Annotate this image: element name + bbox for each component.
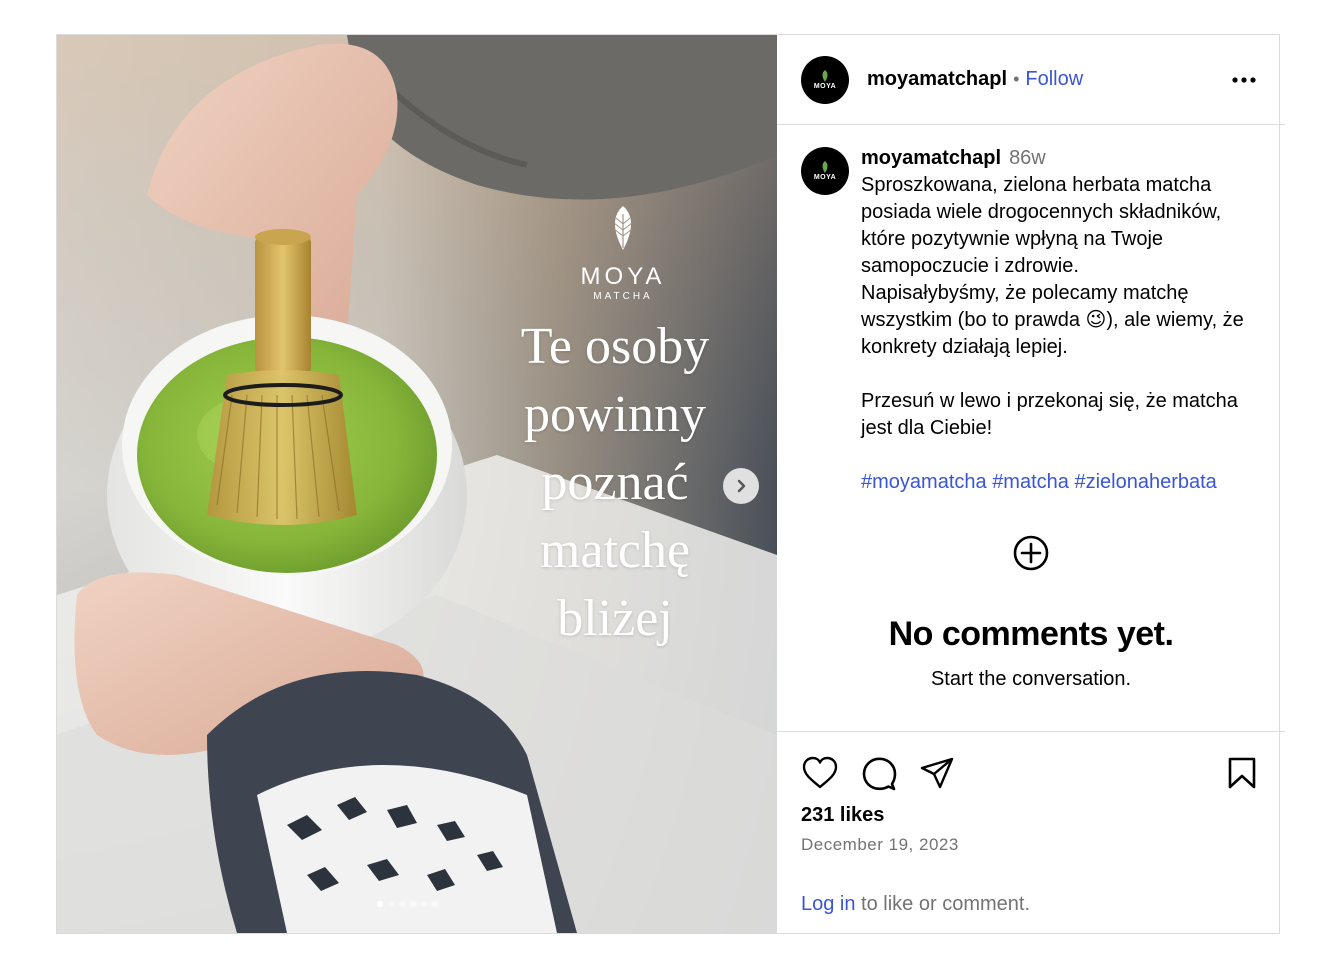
caption-time[interactable]: 86w bbox=[1009, 147, 1046, 169]
post-header: MOYA moyamatchapl • Follow bbox=[777, 35, 1285, 125]
brand-logo: MOYA MATCHA bbox=[553, 257, 693, 302]
share-icon bbox=[920, 757, 954, 789]
carousel-dot bbox=[410, 901, 416, 907]
action-bar bbox=[801, 754, 1261, 792]
share-button[interactable] bbox=[919, 755, 955, 791]
post-actions-section: 231 likes December 19, 2023 bbox=[777, 731, 1285, 855]
carousel-dot bbox=[388, 901, 394, 907]
comments-empty-state: No comments yet. Start the conversation. bbox=[777, 534, 1285, 691]
save-button[interactable] bbox=[1227, 756, 1257, 790]
carousel-dot bbox=[377, 901, 383, 907]
caption-body: moyamatchapl 86w Sproszkowana, zielona he… bbox=[861, 145, 1261, 496]
headline-line: Te osoby bbox=[520, 318, 710, 375]
instagram-post: MOYA MATCHA Te osoby powinny poznać matc… bbox=[56, 34, 1285, 934]
leaf-icon bbox=[822, 69, 828, 82]
headline-line: powinny bbox=[524, 386, 706, 443]
caption-username[interactable]: moyamatchapl bbox=[861, 147, 1001, 169]
follow-button[interactable]: Follow bbox=[1025, 68, 1083, 91]
avatar-text: MOYA bbox=[813, 174, 837, 181]
post-media[interactable]: MOYA MATCHA Te osoby powinny poznać matc… bbox=[57, 35, 777, 933]
bookmark-icon bbox=[1228, 757, 1256, 789]
carousel-dot bbox=[432, 901, 438, 907]
like-button[interactable] bbox=[801, 756, 839, 790]
headline-line: bliżej bbox=[557, 590, 673, 647]
empty-comments-subtitle: Start the conversation. bbox=[930, 668, 1132, 690]
avatar-text: MOYA bbox=[813, 82, 837, 90]
headline-line: matchę bbox=[539, 522, 691, 579]
post-caption: MOYA moyamatchapl 86w Sproszkowana, zielo… bbox=[777, 125, 1285, 496]
brand-name: MOYA bbox=[580, 263, 666, 290]
chevron-right-icon bbox=[737, 479, 746, 493]
heart-icon bbox=[802, 756, 838, 789]
likes-count[interactable]: 231 likes bbox=[801, 804, 1261, 827]
post-date[interactable]: December 19, 2023 bbox=[801, 835, 1261, 855]
post-headline: Te osoby powinny poznać matchę bliżej bbox=[493, 313, 737, 653]
separator-dot: • bbox=[1013, 69, 1020, 89]
add-comment-button[interactable] bbox=[1012, 534, 1050, 577]
carousel-next-button[interactable] bbox=[723, 468, 759, 504]
hashtag-link[interactable]: #moyamatcha bbox=[861, 471, 987, 493]
carousel-dot bbox=[399, 901, 405, 907]
hashtags: #moyamatcha #matcha #zielonaherbata bbox=[861, 469, 1261, 496]
caption-avatar[interactable]: MOYA bbox=[801, 147, 849, 195]
login-prompt-text: to like or comment. bbox=[855, 893, 1031, 915]
carousel-dots bbox=[377, 901, 438, 907]
header-username[interactable]: moyamatchapl bbox=[867, 68, 1007, 91]
empty-comments-title: No comments yet. bbox=[888, 615, 1174, 653]
login-prompt: Log in to like or comment. bbox=[801, 893, 1030, 916]
more-options-button[interactable] bbox=[1231, 67, 1257, 98]
login-link[interactable]: Log in bbox=[801, 893, 856, 915]
post-side-panel: MOYA moyamatchapl • Follow MOYA moyamatc… bbox=[777, 35, 1285, 933]
plus-circle-icon bbox=[1013, 535, 1049, 571]
brand-subtitle: MATCHA bbox=[593, 291, 653, 302]
more-horizontal-icon bbox=[1232, 77, 1256, 83]
comment-icon bbox=[862, 757, 897, 791]
hashtag-link[interactable]: #zielonaherbata bbox=[1074, 471, 1216, 493]
headline-line: poznać bbox=[541, 454, 689, 511]
comment-button[interactable] bbox=[861, 755, 897, 791]
avatar[interactable]: MOYA bbox=[801, 55, 849, 104]
carousel-dot bbox=[421, 901, 427, 907]
hashtag-link[interactable]: #matcha bbox=[992, 471, 1069, 493]
leaf-icon bbox=[822, 161, 828, 173]
caption-text: Sproszkowana, zielona herbata matcha pos… bbox=[861, 174, 1244, 439]
